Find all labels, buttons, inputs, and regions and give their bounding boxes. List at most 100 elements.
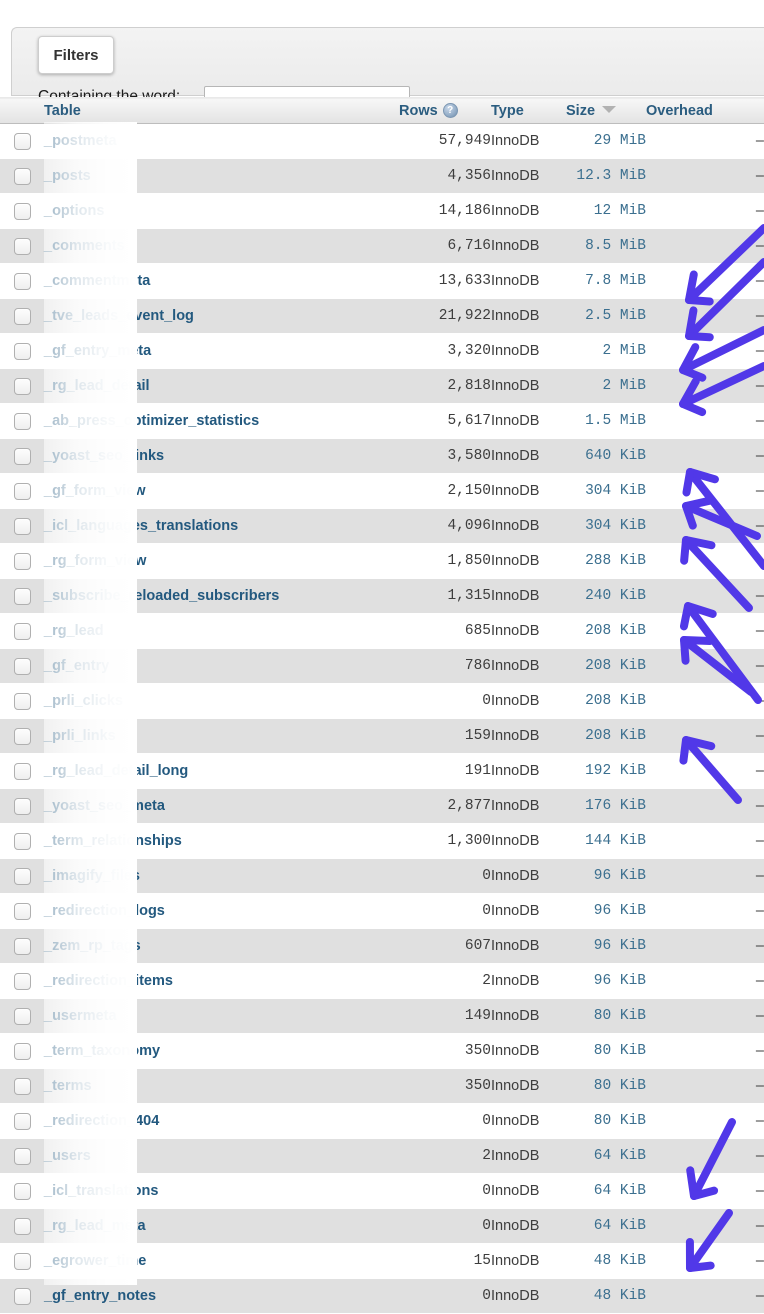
row-checkbox-cell[interactable] xyxy=(0,1244,44,1279)
table-row[interactable]: _prli_links159InnoDB208 KiB– xyxy=(0,719,764,754)
row-table-name[interactable]: _yoast_seo_links xyxy=(44,439,399,474)
row-checkbox-cell[interactable] xyxy=(0,194,44,229)
row-table-name[interactable]: _comments xyxy=(44,229,399,264)
row-checkbox[interactable] xyxy=(14,168,31,185)
row-checkbox-cell[interactable] xyxy=(0,754,44,789)
row-checkbox-cell[interactable] xyxy=(0,859,44,894)
row-table-name[interactable]: _yoast_seo_meta xyxy=(44,789,399,824)
row-checkbox-cell[interactable] xyxy=(0,579,44,614)
table-row[interactable]: _gf_entry_meta3,320InnoDB2 MiB– xyxy=(0,334,764,369)
row-checkbox[interactable] xyxy=(14,973,31,990)
header-size[interactable]: Size xyxy=(566,98,646,124)
row-checkbox[interactable] xyxy=(14,1078,31,1095)
table-row[interactable]: _term_taxonomy350InnoDB80 KiB– xyxy=(0,1034,764,1069)
row-checkbox[interactable] xyxy=(14,1113,31,1130)
row-table-name[interactable]: _icl_translations xyxy=(44,1174,399,1209)
row-checkbox[interactable] xyxy=(14,1043,31,1060)
row-checkbox[interactable] xyxy=(14,1288,31,1305)
row-checkbox-cell[interactable] xyxy=(0,159,44,194)
table-row[interactable]: _icl_translations0InnoDB64 KiB– xyxy=(0,1174,764,1209)
row-table-name[interactable]: _prli_links xyxy=(44,719,399,754)
row-table-name[interactable]: _commentmeta xyxy=(44,264,399,299)
table-row[interactable]: _commentmeta13,633InnoDB7.8 MiB– xyxy=(0,264,764,299)
row-table-name[interactable]: _users xyxy=(44,1139,399,1174)
table-row[interactable]: _tve_leads_event_log21,922InnoDB2.5 MiB– xyxy=(0,299,764,334)
row-checkbox[interactable] xyxy=(14,1218,31,1235)
row-checkbox[interactable] xyxy=(14,623,31,640)
row-table-name[interactable]: _zem_rp_tags xyxy=(44,929,399,964)
row-table-name[interactable]: _rg_lead_meta xyxy=(44,1209,399,1244)
row-table-name[interactable]: _egrower_time xyxy=(44,1244,399,1279)
row-checkbox-cell[interactable] xyxy=(0,229,44,264)
row-table-name[interactable]: _rg_lead xyxy=(44,614,399,649)
row-checkbox-cell[interactable] xyxy=(0,824,44,859)
header-overhead[interactable]: Overhead xyxy=(646,98,764,124)
row-checkbox-cell[interactable] xyxy=(0,404,44,439)
row-checkbox-cell[interactable] xyxy=(0,439,44,474)
row-checkbox-cell[interactable] xyxy=(0,1279,44,1314)
sort-descending-icon[interactable] xyxy=(602,106,616,113)
row-checkbox-cell[interactable] xyxy=(0,649,44,684)
row-checkbox-cell[interactable] xyxy=(0,1209,44,1244)
row-table-name[interactable]: _rg_form_view xyxy=(44,544,399,579)
table-row[interactable]: _rg_form_view1,850InnoDB288 KiB– xyxy=(0,544,764,579)
table-row[interactable]: _postmeta57,949InnoDB29 MiB– xyxy=(0,124,764,159)
table-row[interactable]: _gf_form_view2,150InnoDB304 KiB– xyxy=(0,474,764,509)
row-checkbox[interactable] xyxy=(14,343,31,360)
row-table-name[interactable]: _imagify_files xyxy=(44,859,399,894)
header-select-all[interactable] xyxy=(0,98,44,124)
row-checkbox-cell[interactable] xyxy=(0,929,44,964)
row-checkbox[interactable] xyxy=(14,518,31,535)
row-checkbox-cell[interactable] xyxy=(0,964,44,999)
row-table-name[interactable]: _options xyxy=(44,194,399,229)
header-rows[interactable]: Rows xyxy=(399,98,491,124)
header-type[interactable]: Type xyxy=(491,98,566,124)
table-row[interactable]: _prli_clicks0InnoDB208 KiB– xyxy=(0,684,764,719)
table-row[interactable]: _redirection_logs0InnoDB96 KiB– xyxy=(0,894,764,929)
row-checkbox[interactable] xyxy=(14,588,31,605)
row-checkbox-cell[interactable] xyxy=(0,1034,44,1069)
row-checkbox[interactable] xyxy=(14,833,31,850)
row-table-name[interactable]: _gf_entry_notes xyxy=(44,1279,399,1314)
table-row[interactable]: _zem_rp_tags607InnoDB96 KiB– xyxy=(0,929,764,964)
table-row[interactable]: _terms350InnoDB80 KiB– xyxy=(0,1069,764,1104)
row-checkbox[interactable] xyxy=(14,133,31,150)
row-checkbox-cell[interactable] xyxy=(0,1104,44,1139)
row-table-name[interactable]: _prli_clicks xyxy=(44,684,399,719)
row-checkbox[interactable] xyxy=(14,1008,31,1025)
row-table-name[interactable]: _gf_form_view xyxy=(44,474,399,509)
row-checkbox-cell[interactable] xyxy=(0,1139,44,1174)
row-table-name[interactable]: _redirection_items xyxy=(44,964,399,999)
row-checkbox[interactable] xyxy=(14,378,31,395)
table-row[interactable]: _gf_entry_notes0InnoDB48 KiB– xyxy=(0,1279,764,1314)
row-checkbox[interactable] xyxy=(14,238,31,255)
row-checkbox[interactable] xyxy=(14,1148,31,1165)
help-icon[interactable] xyxy=(443,103,458,118)
row-checkbox[interactable] xyxy=(14,273,31,290)
row-checkbox[interactable] xyxy=(14,308,31,325)
row-checkbox[interactable] xyxy=(14,203,31,220)
table-row[interactable]: _imagify_files0InnoDB96 KiB– xyxy=(0,859,764,894)
row-table-name[interactable]: _redirection_404 xyxy=(44,1104,399,1139)
row-checkbox-cell[interactable] xyxy=(0,299,44,334)
table-row[interactable]: _posts4,356InnoDB12.3 MiB– xyxy=(0,159,764,194)
row-table-name[interactable]: _gf_entry_meta xyxy=(44,334,399,369)
filters-tab[interactable]: Filters xyxy=(38,36,114,74)
row-checkbox-cell[interactable] xyxy=(0,894,44,929)
row-table-name[interactable]: _gf_entry xyxy=(44,649,399,684)
row-checkbox[interactable] xyxy=(14,763,31,780)
row-checkbox-cell[interactable] xyxy=(0,1174,44,1209)
row-checkbox[interactable] xyxy=(14,483,31,500)
table-row[interactable]: _yoast_seo_links3,580InnoDB640 KiB– xyxy=(0,439,764,474)
row-table-name[interactable]: _rg_lead_detail xyxy=(44,369,399,404)
table-row[interactable]: _rg_lead685InnoDB208 KiB– xyxy=(0,614,764,649)
table-row[interactable]: _yoast_seo_meta2,877InnoDB176 KiB– xyxy=(0,789,764,824)
row-checkbox-cell[interactable] xyxy=(0,124,44,159)
row-checkbox[interactable] xyxy=(14,658,31,675)
table-row[interactable]: _usermeta149InnoDB80 KiB– xyxy=(0,999,764,1034)
row-table-name[interactable]: _usermeta xyxy=(44,999,399,1034)
row-checkbox-cell[interactable] xyxy=(0,334,44,369)
table-row[interactable]: _rg_lead_detail_long191InnoDB192 KiB– xyxy=(0,754,764,789)
row-checkbox[interactable] xyxy=(14,798,31,815)
row-checkbox-cell[interactable] xyxy=(0,264,44,299)
